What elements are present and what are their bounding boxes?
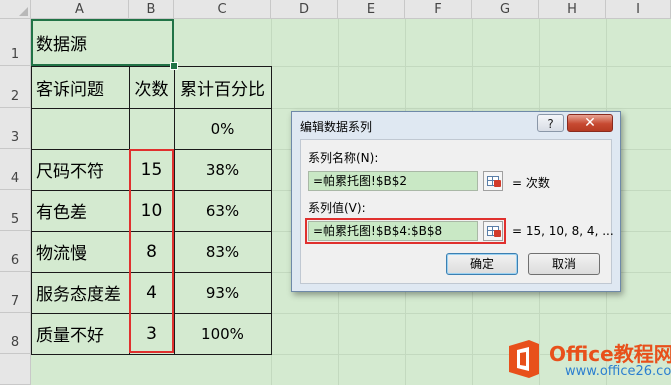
gridline xyxy=(271,313,671,314)
row-header-2[interactable]: 2 xyxy=(0,66,31,108)
cancel-button[interactable]: 取消 xyxy=(528,253,600,275)
column-header-i[interactable]: I xyxy=(606,0,671,19)
column-header-d[interactable]: D xyxy=(271,0,338,19)
series-name-result: = 次数 xyxy=(512,176,550,190)
row-header-3[interactable]: 3 xyxy=(0,108,31,149)
edit-series-dialog: 编辑数据系列 ? ✕ 系列名称(N): =帕累托图!$B$2 = 次数 系列值(… xyxy=(291,111,621,292)
gridline xyxy=(271,19,272,66)
series-values-label: 系列值(V): xyxy=(308,201,366,215)
cell-c3[interactable]: 0% xyxy=(174,108,271,149)
help-button[interactable]: ? xyxy=(537,114,564,132)
dialog-title: 编辑数据系列 xyxy=(300,120,373,134)
gridline xyxy=(271,66,671,67)
gridline xyxy=(271,108,671,109)
series-name-range-picker[interactable] xyxy=(483,171,503,191)
select-all-corner[interactable] xyxy=(0,0,31,19)
column-header-a[interactable]: A xyxy=(31,0,129,19)
table-border xyxy=(31,354,271,355)
table-cell-pct[interactable]: 93% xyxy=(174,272,271,313)
column-header-c[interactable]: C xyxy=(174,0,271,19)
table-cell-pct[interactable]: 38% xyxy=(174,149,271,190)
table-cell-problem[interactable]: 有色差 xyxy=(31,190,129,231)
cell-b2[interactable]: 次数 xyxy=(129,66,174,108)
watermark-url: www.office26.com xyxy=(565,364,671,379)
cell-a2[interactable]: 客诉问题 xyxy=(31,66,129,108)
column-header-b[interactable]: B xyxy=(129,0,174,19)
close-icon: ✕ xyxy=(584,115,596,131)
cell-c2[interactable]: 累计百分比 xyxy=(174,66,271,108)
row-header-8[interactable]: 8 xyxy=(0,313,31,354)
row-header-6[interactable]: 6 xyxy=(0,231,31,272)
ok-button[interactable]: 确定 xyxy=(446,253,518,275)
column-header-f[interactable]: F xyxy=(405,0,472,19)
row-header-5[interactable]: 5 xyxy=(0,190,31,231)
column-header-h[interactable]: H xyxy=(539,0,606,19)
table-cell-problem[interactable]: 质量不好 xyxy=(31,313,129,354)
series-values-highlight xyxy=(305,218,506,244)
row-header-1[interactable]: 1 xyxy=(0,19,31,66)
active-cell-border xyxy=(31,19,174,66)
close-button[interactable]: ✕ xyxy=(567,114,613,132)
row-header-9[interactable] xyxy=(0,354,31,385)
series-name-input[interactable]: =帕累托图!$B$2 xyxy=(308,171,478,191)
table-cell-problem[interactable]: 服务态度差 xyxy=(31,272,129,313)
row-header-7[interactable]: 7 xyxy=(0,272,31,313)
column-header-g[interactable]: G xyxy=(472,0,539,19)
range-picker-icon xyxy=(494,180,501,187)
range-highlight-b4-b8 xyxy=(129,149,174,353)
series-values-result: = 15, 10, 8, 4, ... xyxy=(512,224,614,238)
table-cell-problem[interactable]: 物流慢 xyxy=(31,231,129,272)
table-cell-pct[interactable]: 63% xyxy=(174,190,271,231)
series-name-label: 系列名称(N): xyxy=(308,151,379,165)
table-cell-pct[interactable]: 83% xyxy=(174,231,271,272)
dialog-body: 系列名称(N): =帕累托图!$B$2 = 次数 系列值(V): =帕累托图!$… xyxy=(300,139,614,284)
watermark: Office教程网 www.office26.com xyxy=(505,335,671,385)
gridline xyxy=(271,354,272,385)
table-cell-pct[interactable]: 100% xyxy=(174,313,271,354)
row-header-4[interactable]: 4 xyxy=(0,149,31,190)
watermark-title: Office教程网 xyxy=(549,342,671,366)
office-logo-icon xyxy=(509,340,539,378)
column-header-e[interactable]: E xyxy=(338,0,405,19)
table-border xyxy=(271,66,272,355)
table-cell-problem[interactable]: 尺码不符 xyxy=(31,149,129,190)
